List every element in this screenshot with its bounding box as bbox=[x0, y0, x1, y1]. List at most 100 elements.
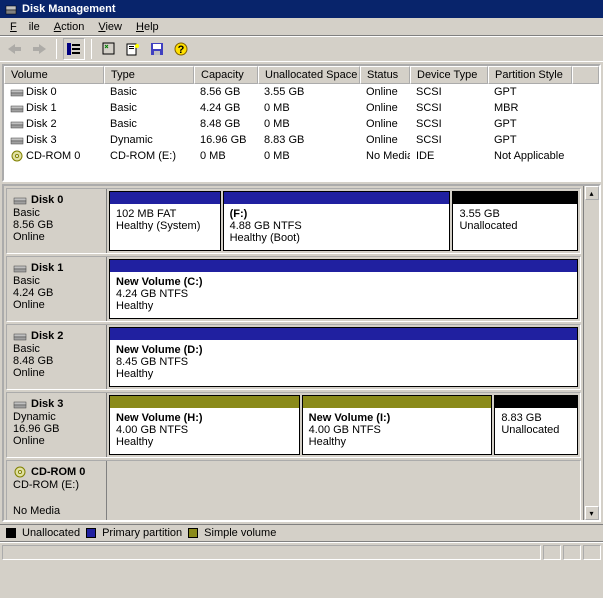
disk-status: Online bbox=[13, 231, 100, 243]
disk-type: Dynamic bbox=[13, 411, 100, 423]
table-row[interactable]: Disk 1Basic4.24 GB0 MBOnlineSCSIMBR bbox=[4, 100, 599, 116]
disk-status: Online bbox=[13, 435, 100, 447]
volume-block[interactable]: New Volume (I:)4.00 GB NTFSHealthy bbox=[302, 395, 493, 455]
volume-block[interactable]: New Volume (D:)8.45 GB NTFSHealthy bbox=[109, 327, 578, 387]
menu-action[interactable]: Action bbox=[48, 20, 91, 34]
disk-status: Online bbox=[13, 367, 100, 379]
disk-icon bbox=[13, 397, 29, 411]
volume-block[interactable]: 3.55 GBUnallocated bbox=[452, 191, 578, 251]
disk-icon bbox=[10, 85, 26, 99]
legend-unallocated-swatch bbox=[6, 528, 16, 538]
app-icon bbox=[4, 2, 18, 16]
disk-size: 8.48 GB bbox=[13, 355, 100, 367]
graphical-view: Disk 0Basic8.56 GBOnline102 MB FATHealth… bbox=[2, 184, 601, 522]
volume-size: 8.45 GB NTFS bbox=[116, 356, 571, 368]
volume-size: 4.00 GB NTFS bbox=[116, 424, 293, 436]
window-title: Disk Management bbox=[22, 3, 116, 15]
volume-name: New Volume (C:) bbox=[116, 276, 571, 288]
volume-size: 4.24 GB NTFS bbox=[116, 288, 571, 300]
volume-status: Healthy bbox=[116, 368, 571, 380]
disk-status: No Media bbox=[13, 505, 100, 517]
col-unallocated[interactable]: Unallocated Space bbox=[258, 66, 360, 84]
help-button[interactable]: ? bbox=[170, 38, 192, 60]
disk-icon bbox=[13, 193, 29, 207]
disk-info[interactable]: Disk 2Basic8.48 GBOnline bbox=[7, 325, 107, 389]
disk-row: Disk 0Basic8.56 GBOnline102 MB FATHealth… bbox=[6, 188, 581, 254]
scroll-down-button[interactable]: ▾ bbox=[585, 506, 599, 520]
volume-size: 8.83 GB bbox=[501, 412, 571, 424]
refresh-button[interactable] bbox=[98, 38, 120, 60]
disk-volumes: New Volume (D:)8.45 GB NTFSHealthy bbox=[107, 325, 580, 389]
col-device[interactable]: Device Type bbox=[410, 66, 488, 84]
volume-status: Healthy bbox=[116, 436, 293, 448]
view-list-button[interactable] bbox=[63, 38, 85, 60]
volume-status: Unallocated bbox=[501, 424, 571, 436]
volume-status: Healthy bbox=[116, 300, 571, 312]
volume-block[interactable]: 8.83 GBUnallocated bbox=[494, 395, 578, 455]
volume-header bbox=[110, 396, 299, 408]
volume-header bbox=[224, 192, 450, 204]
col-capacity[interactable]: Capacity bbox=[194, 66, 258, 84]
volume-block[interactable]: New Volume (H:)4.00 GB NTFSHealthy bbox=[109, 395, 300, 455]
legend-simple-swatch bbox=[188, 528, 198, 538]
forward-button bbox=[28, 38, 50, 60]
volume-status: Healthy (System) bbox=[116, 220, 214, 232]
volume-header bbox=[110, 260, 577, 272]
volume-name: New Volume (I:) bbox=[309, 412, 486, 424]
legend-primary-label: Primary partition bbox=[102, 527, 182, 539]
disk-info[interactable]: CD-ROM 0CD-ROM (E:)No Media bbox=[7, 461, 107, 520]
volume-size: 4.00 GB NTFS bbox=[309, 424, 486, 436]
col-status[interactable]: Status bbox=[360, 66, 410, 84]
table-row[interactable]: Disk 3Dynamic16.96 GB8.83 GBOnlineSCSIGP… bbox=[4, 132, 599, 148]
volume-block[interactable]: 102 MB FATHealthy (System) bbox=[109, 191, 221, 251]
save-button[interactable] bbox=[146, 38, 168, 60]
disk-type: CD-ROM (E:) bbox=[13, 479, 100, 491]
volume-name: New Volume (H:) bbox=[116, 412, 293, 424]
disk-info[interactable]: Disk 0Basic8.56 GBOnline bbox=[7, 189, 107, 253]
disk-type: Basic bbox=[13, 207, 100, 219]
menu-file[interactable]: File bbox=[4, 20, 46, 34]
col-pstyle[interactable]: Partition Style bbox=[488, 66, 572, 84]
legend-unallocated-label: Unallocated bbox=[22, 527, 80, 539]
volume-block[interactable]: (F:)4.88 GB NTFSHealthy (Boot) bbox=[223, 191, 451, 251]
cdrom-icon bbox=[13, 465, 29, 479]
volume-header bbox=[453, 192, 577, 204]
volume-status: Healthy (Boot) bbox=[230, 232, 444, 244]
disk-volumes bbox=[107, 461, 580, 520]
volume-block[interactable]: New Volume (C:)4.24 GB NTFSHealthy bbox=[109, 259, 578, 319]
volume-header bbox=[110, 192, 220, 204]
scrollbar[interactable]: ▴ ▾ bbox=[583, 186, 599, 520]
table-row[interactable]: Disk 0Basic8.56 GB3.55 GBOnlineSCSIGPT bbox=[4, 84, 599, 100]
scroll-up-button[interactable]: ▴ bbox=[585, 186, 599, 200]
cdrom-icon bbox=[10, 149, 26, 163]
disk-size: 4.24 GB bbox=[13, 287, 100, 299]
disk-size: 8.56 GB bbox=[13, 219, 100, 231]
disk-row: Disk 1Basic4.24 GBOnlineNew Volume (C:)4… bbox=[6, 256, 581, 322]
menu-help[interactable]: Help bbox=[130, 20, 165, 34]
disk-icon bbox=[13, 329, 29, 343]
table-row[interactable]: Disk 2Basic8.48 GB0 MBOnlineSCSIGPT bbox=[4, 116, 599, 132]
disk-size: 16.96 GB bbox=[13, 423, 100, 435]
volume-header bbox=[303, 396, 492, 408]
menu-bar: File Action View Help bbox=[0, 18, 603, 36]
disk-icon bbox=[10, 117, 26, 131]
disk-list-header: Volume Type Capacity Unallocated Space S… bbox=[4, 66, 599, 84]
properties-button[interactable] bbox=[122, 38, 144, 60]
volume-size: 102 MB FAT bbox=[116, 208, 214, 220]
disk-info[interactable]: Disk 1Basic4.24 GBOnline bbox=[7, 257, 107, 321]
volume-status: Healthy bbox=[309, 436, 486, 448]
disk-row: Disk 3Dynamic16.96 GBOnlineNew Volume (H… bbox=[6, 392, 581, 458]
table-row[interactable]: CD-ROM 0CD-ROM (E:)0 MB0 MBNo MediaIDENo… bbox=[4, 148, 599, 164]
menu-view[interactable]: View bbox=[92, 20, 128, 34]
col-spacer bbox=[572, 66, 599, 84]
col-type[interactable]: Type bbox=[104, 66, 194, 84]
disk-icon bbox=[10, 133, 26, 147]
disk-info[interactable]: Disk 3Dynamic16.96 GBOnline bbox=[7, 393, 107, 457]
col-volume[interactable]: Volume bbox=[4, 66, 104, 84]
disk-type: Basic bbox=[13, 275, 100, 287]
disk-volumes: New Volume (H:)4.00 GB NTFSHealthyNew Vo… bbox=[107, 393, 580, 457]
legend: Unallocated Primary partition Simple vol… bbox=[0, 524, 603, 542]
disk-row: CD-ROM 0CD-ROM (E:)No Media bbox=[6, 460, 581, 520]
disk-list: Volume Type Capacity Unallocated Space S… bbox=[2, 64, 601, 182]
volume-status: Unallocated bbox=[459, 220, 571, 232]
